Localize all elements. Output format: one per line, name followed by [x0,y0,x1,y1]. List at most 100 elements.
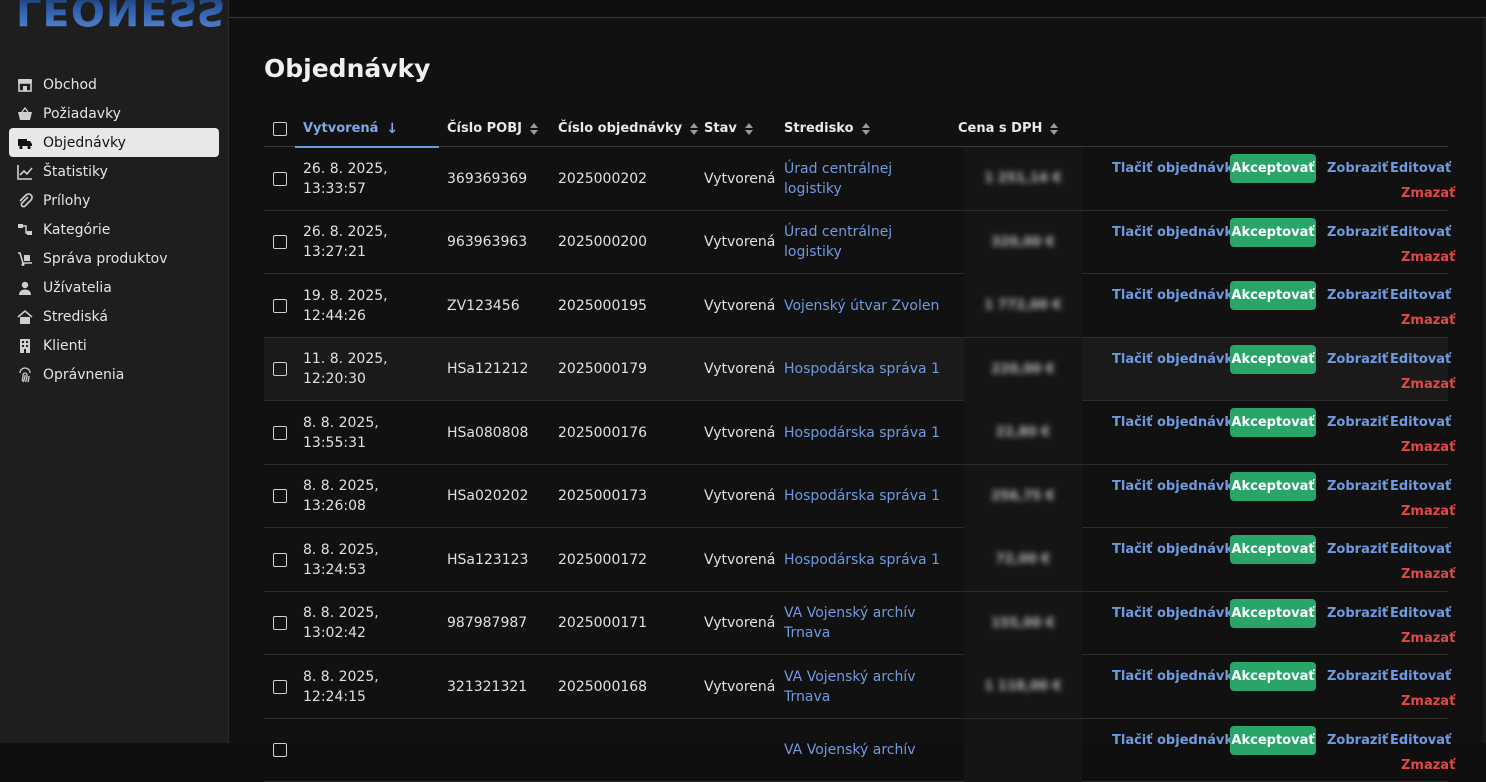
accept-button[interactable]: Akceptovať [1230,408,1316,437]
edit-link[interactable]: Editovať [1390,733,1451,748]
center-link[interactable]: Hospodárska správa 1 [784,338,944,401]
delete-link[interactable]: Zmazať [1401,440,1455,455]
center-link[interactable]: VA Vojenský archív Trnava [784,592,944,655]
center-link[interactable]: Vojenský útvar Zvolen [784,274,944,337]
view-link[interactable]: Zobraziť [1327,606,1388,621]
view-link[interactable]: Zobraziť [1327,225,1388,240]
accept-button[interactable]: Akceptovať [1230,662,1316,691]
column-header-price[interactable]: Cena s DPH [958,110,1058,147]
row-checkbox[interactable] [273,489,287,503]
delete-link[interactable]: Zmazať [1401,758,1455,773]
delete-link[interactable]: Zmazať [1401,694,1455,709]
sidebar-item-truck[interactable]: Objednávky [9,128,219,157]
table-row[interactable]: 19. 8. 2025, 12:44:26ZV1234562025000195V… [264,274,1448,338]
logo[interactable]: LEONESS [16,0,226,34]
view-link[interactable]: Zobraziť [1327,733,1388,748]
center-link[interactable]: Hospodárska správa 1 [784,401,944,464]
view-link[interactable]: Zobraziť [1327,415,1388,430]
delete-link[interactable]: Zmazať [1401,631,1455,646]
row-checkbox[interactable] [273,680,287,694]
center-link[interactable]: Úrad centrálnej logistiky [784,211,944,274]
table-row[interactable]: 26. 8. 2025, 13:27:219639639632025000200… [264,211,1448,275]
delete-link[interactable]: Zmazať [1401,186,1455,201]
sidebar: LEONESS ObchodPožiadavkyObjednávkyŠtatis… [0,0,229,743]
column-header-created[interactable]: Vytvorená ↓ [303,110,431,147]
view-link[interactable]: Zobraziť [1327,352,1388,367]
print-order-link[interactable]: Tlačiť objednávku [1112,606,1242,621]
sidebar-item-store[interactable]: Obchod [9,70,219,99]
print-order-link[interactable]: Tlačiť objednávku [1112,415,1242,430]
view-link[interactable]: Zobraziť [1327,288,1388,303]
sidebar-item-user[interactable]: Užívatelia [9,273,219,302]
sidebar-item-basket[interactable]: Požiadavky [9,99,219,128]
table-row[interactable]: 8. 8. 2025, 13:24:53HSa1231232025000172V… [264,528,1448,592]
sidebar-item-dolly[interactable]: Správa produktov [9,244,219,273]
print-order-link[interactable]: Tlačiť objednávku [1112,542,1242,557]
accept-button[interactable]: Akceptovať [1230,281,1316,310]
print-order-link[interactable]: Tlačiť objednávku [1112,733,1242,748]
delete-link[interactable]: Zmazať [1401,377,1455,392]
center-link[interactable]: VA Vojenský archív Trnava [784,655,944,718]
row-checkbox[interactable] [273,299,287,313]
accept-button[interactable]: Akceptovať [1230,472,1316,501]
table-row[interactable]: 8. 8. 2025, 13:02:429879879872025000171V… [264,592,1448,656]
delete-link[interactable]: Zmazať [1401,250,1455,265]
column-header-status[interactable]: Stav [704,110,753,147]
row-checkbox[interactable] [273,616,287,630]
print-order-link[interactable]: Tlačiť objednávku [1112,479,1242,494]
delete-link[interactable]: Zmazať [1401,504,1455,519]
print-order-link[interactable]: Tlačiť objednávku [1112,352,1242,367]
row-checkbox[interactable] [273,553,287,567]
column-header-pobj[interactable]: Číslo POBJ [447,110,538,147]
print-order-link[interactable]: Tlačiť objednávku [1112,669,1242,684]
edit-link[interactable]: Editovať [1390,352,1451,367]
print-order-link[interactable]: Tlačiť objednávku [1112,288,1242,303]
sidebar-item-fingerprint[interactable]: Oprávnenia [9,360,219,389]
table-row[interactable]: VA Vojenský archív Tlačiť objednávkuAkcep… [264,719,1448,782]
column-header-center[interactable]: Stredisko [784,110,870,147]
print-order-link[interactable]: Tlačiť objednávku [1112,161,1242,176]
edit-link[interactable]: Editovať [1390,479,1451,494]
table-row[interactable]: 8. 8. 2025, 13:55:31HSa0808082025000176V… [264,401,1448,465]
edit-link[interactable]: Editovať [1390,161,1451,176]
center-link[interactable]: Úrad centrálnej logistiky [784,147,944,210]
select-all-checkbox[interactable] [273,122,287,136]
table-row[interactable]: 11. 8. 2025, 12:20:30HSa1212122025000179… [264,338,1448,402]
delete-link[interactable]: Zmazať [1401,567,1455,582]
view-link[interactable]: Zobraziť [1327,542,1388,557]
view-link[interactable]: Zobraziť [1327,669,1388,684]
column-header-order-number[interactable]: Číslo objednávky [558,110,698,147]
row-checkbox[interactable] [273,426,287,440]
edit-link[interactable]: Editovať [1390,288,1451,303]
row-checkbox[interactable] [273,743,287,757]
accept-button[interactable]: Akceptovať [1230,535,1316,564]
row-checkbox[interactable] [273,235,287,249]
table-row[interactable]: 8. 8. 2025, 12:24:153213213212025000168V… [264,655,1448,719]
accept-button[interactable]: Akceptovať [1230,599,1316,628]
edit-link[interactable]: Editovať [1390,415,1451,430]
sidebar-item-paperclip[interactable]: Prílohy [9,186,219,215]
view-link[interactable]: Zobraziť [1327,161,1388,176]
sidebar-item-chart-line[interactable]: Štatistiky [9,157,219,186]
delete-link[interactable]: Zmazať [1401,313,1455,328]
view-link[interactable]: Zobraziť [1327,479,1388,494]
center-link[interactable]: VA Vojenský archív [784,719,944,782]
sidebar-item-house-user[interactable]: Strediská [9,302,219,331]
edit-link[interactable]: Editovať [1390,225,1451,240]
accept-button[interactable]: Akceptovať [1230,726,1316,755]
edit-link[interactable]: Editovať [1390,606,1451,621]
table-row[interactable]: 8. 8. 2025, 13:26:08HSa0202022025000173V… [264,465,1448,529]
edit-link[interactable]: Editovať [1390,669,1451,684]
center-link[interactable]: Hospodárska správa 1 [784,465,944,528]
sidebar-item-building[interactable]: Klienti [9,331,219,360]
accept-button[interactable]: Akceptovať [1230,345,1316,374]
row-checkbox[interactable] [273,362,287,376]
sidebar-item-sitemap[interactable]: Kategórie [9,215,219,244]
accept-button[interactable]: Akceptovať [1230,218,1316,247]
accept-button[interactable]: Akceptovať [1230,154,1316,183]
table-row[interactable]: 26. 8. 2025, 13:33:573693693692025000202… [264,147,1448,211]
print-order-link[interactable]: Tlačiť objednávku [1112,225,1242,240]
center-link[interactable]: Hospodárska správa 1 [784,528,944,591]
edit-link[interactable]: Editovať [1390,542,1451,557]
row-checkbox[interactable] [273,172,287,186]
